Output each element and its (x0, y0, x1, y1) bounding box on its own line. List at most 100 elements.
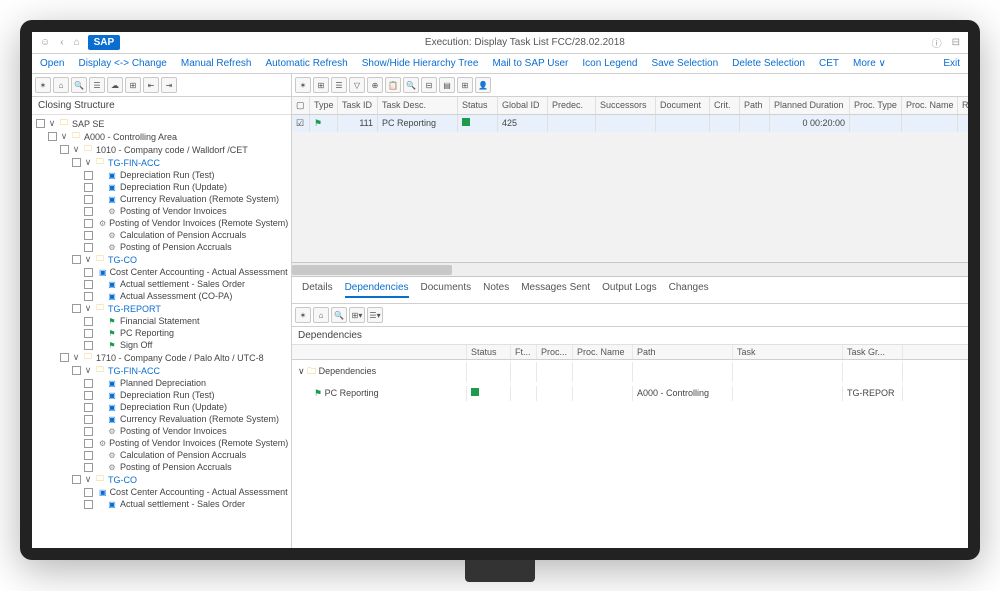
tree-node[interactable]: ▣Depreciation Run (Update) (32, 401, 291, 413)
menu-auto-refresh[interactable]: Automatic Refresh (265, 58, 347, 69)
tree-node[interactable]: ∨🗀SAP SE (32, 117, 291, 130)
close-icon[interactable]: ⊟ (950, 37, 962, 48)
tree-node[interactable]: ∨🗀TG-FIN-ACC (32, 364, 291, 377)
col-type[interactable]: Type (310, 97, 338, 114)
tree-node[interactable]: ▣Depreciation Run (Test) (32, 389, 291, 401)
tree-node[interactable]: ▣Actual settlement - Sales Order (32, 278, 291, 290)
deps-col-task-gr[interactable]: Task Gr... (843, 345, 903, 359)
tree-node[interactable]: ▣Planned Depreciation (32, 377, 291, 389)
tab-documents[interactable]: Documents (421, 282, 472, 298)
tree-checkbox[interactable] (84, 243, 93, 252)
tree-node[interactable]: ⚙Posting of Pension Accruals (32, 461, 291, 473)
tree-checkbox[interactable] (60, 353, 69, 362)
tree-checkbox[interactable] (72, 158, 81, 167)
tree-checkbox[interactable] (36, 119, 45, 128)
tree-checkbox[interactable] (84, 317, 93, 326)
tree-node[interactable]: ∨🗀TG-FIN-ACC (32, 156, 291, 169)
back-icon[interactable]: ‹ (58, 37, 65, 48)
col-global-id[interactable]: Global ID (498, 97, 548, 114)
menu-exit[interactable]: Exit (943, 58, 960, 69)
toolbar-btn[interactable]: ☰ (331, 77, 347, 93)
tree-toggle-icon[interactable]: ∨ (60, 131, 68, 142)
tree-checkbox[interactable] (84, 231, 93, 240)
tree-node[interactable]: ⚙Calculation of Pension Accruals (32, 449, 291, 461)
col-proc-type[interactable]: Proc. Type (850, 97, 902, 114)
toolbar-btn[interactable]: 🔍 (403, 77, 419, 93)
tree-node[interactable]: ∨🗀TG-REPORT (32, 302, 291, 315)
tree-node[interactable]: ∨🗀1010 - Company code / Walldorf /CET (32, 143, 291, 156)
toolbar-btn[interactable]: ⊞ (125, 77, 141, 93)
tree-checkbox[interactable] (84, 219, 93, 228)
tree-node[interactable]: ∨🗀A000 - Controlling Area (32, 130, 291, 143)
tree-checkbox[interactable] (84, 280, 93, 289)
tree-node[interactable]: ∨🗀TG-CO (32, 473, 291, 486)
col-document[interactable]: Document (656, 97, 710, 114)
menu-hierarchy[interactable]: Show/Hide Hierarchy Tree (362, 58, 479, 69)
deps-col-path[interactable]: Path (633, 345, 733, 359)
help-icon[interactable]: ⓘ (930, 35, 944, 50)
tab-output-logs[interactable]: Output Logs (602, 282, 656, 298)
col-successors[interactable]: Successors (596, 97, 656, 114)
col-status[interactable]: Status (458, 97, 498, 114)
tree-node[interactable]: ▣Depreciation Run (Update) (32, 181, 291, 193)
tree-toggle-icon[interactable]: ∨ (84, 365, 92, 376)
toolbar-btn[interactable]: 📋 (385, 77, 401, 93)
tree-checkbox[interactable] (84, 427, 93, 436)
deps-col-desc[interactable] (292, 345, 467, 359)
tree-checkbox[interactable] (84, 488, 93, 497)
menu-mail[interactable]: Mail to SAP User (492, 58, 568, 69)
tree-checkbox[interactable] (72, 255, 81, 264)
col-planned-duration[interactable]: Planned Duration (770, 97, 850, 114)
toolbar-btn[interactable]: ▤ (439, 77, 455, 93)
deps-row[interactable]: ∨ 🗀 Dependencies (292, 360, 968, 384)
menu-display-change[interactable]: Display <-> Change (78, 58, 166, 69)
col-proc-name[interactable]: Proc. Name (902, 97, 958, 114)
tree-checkbox[interactable] (84, 451, 93, 460)
toolbar-btn[interactable]: ⇤ (143, 77, 159, 93)
tree-toggle-icon[interactable]: ∨ (298, 366, 305, 376)
tree-checkbox[interactable] (84, 195, 93, 204)
tree-node[interactable]: ⚙Posting of Vendor Invoices (32, 205, 291, 217)
tree-node[interactable]: ⚙Posting of Vendor Invoices (Remote Syst… (32, 437, 291, 449)
tree-node[interactable]: ▣Currency Revaluation (Remote System) (32, 413, 291, 425)
user-icon[interactable]: ☺ (38, 37, 52, 48)
menu-cet[interactable]: CET (819, 58, 839, 69)
scrollbar-thumb[interactable] (292, 265, 452, 275)
tab-notes[interactable]: Notes (483, 282, 509, 298)
tree-node[interactable]: ⚑PC Reporting (32, 327, 291, 339)
toolbar-btn[interactable]: ⊞ (457, 77, 473, 93)
toolbar-btn[interactable]: ⌂ (53, 77, 69, 93)
tree-node[interactable]: ∨🗀1710 - Company Code / Palo Alto / UTC-… (32, 351, 291, 364)
tree-node[interactable]: ▣Actual Assessment (CO-PA) (32, 290, 291, 302)
col-resp-type[interactable]: Resp. Type (958, 97, 968, 114)
tree-node[interactable]: ▣Actual settlement - Sales Order (32, 498, 291, 510)
col-path[interactable]: Path (740, 97, 770, 114)
deps-col-status[interactable]: Status (467, 345, 511, 359)
tree-toggle-icon[interactable]: ∨ (84, 303, 92, 314)
toolbar-btn[interactable]: 👤 (475, 77, 491, 93)
tree-node[interactable]: ⚙Posting of Vendor Invoices (Remote Syst… (32, 217, 291, 229)
closing-structure-tree[interactable]: ∨🗀SAP SE∨🗀A000 - Controlling Area∨🗀1010 … (32, 115, 291, 548)
horizontal-scrollbar[interactable] (292, 262, 968, 276)
col-task-id[interactable]: Task ID (338, 97, 378, 114)
menu-save-selection[interactable]: Save Selection (651, 58, 718, 69)
tree-checkbox[interactable] (84, 500, 93, 509)
menu-more[interactable]: More ∨ (853, 58, 886, 69)
tree-checkbox[interactable] (48, 132, 57, 141)
deps-col-ft[interactable]: Ft... (511, 345, 537, 359)
tree-toggle-icon[interactable]: ∨ (84, 254, 92, 265)
deps-col-proc[interactable]: Proc... (537, 345, 573, 359)
menu-delete-selection[interactable]: Delete Selection (732, 58, 805, 69)
tree-node[interactable]: ⚙Posting of Pension Accruals (32, 241, 291, 253)
menu-icon-legend[interactable]: Icon Legend (582, 58, 637, 69)
tree-node[interactable]: ▣Cost Center Accounting - Actual Assessm… (32, 486, 291, 498)
deps-col-task[interactable]: Task (733, 345, 843, 359)
toolbar-btn[interactable]: ⊕ (367, 77, 383, 93)
tab-dependencies[interactable]: Dependencies (345, 282, 409, 298)
grid-row[interactable]: ☑ ⚑ 111 PC Reporting 425 0 00:20:00 (292, 115, 968, 132)
tree-checkbox[interactable] (84, 329, 93, 338)
tab-details[interactable]: Details (302, 282, 333, 298)
toolbar-btn[interactable]: 🔍 (71, 77, 87, 93)
deps-col-proc-name[interactable]: Proc. Name (573, 345, 633, 359)
tree-toggle-icon[interactable]: ∨ (84, 474, 92, 485)
